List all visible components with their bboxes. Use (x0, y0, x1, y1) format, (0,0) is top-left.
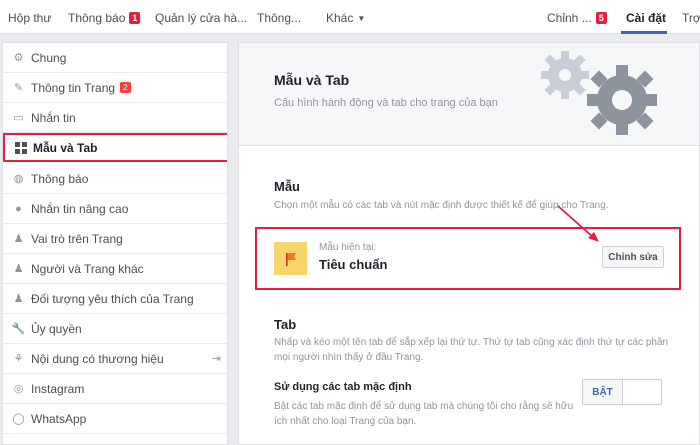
wrench-icon: 🔧 (11, 323, 26, 335)
chat-icon: ▭ (13, 112, 24, 124)
gears-icon (541, 51, 657, 135)
sidebar-item-templates-tabs[interactable]: Mẫu và Tab (3, 133, 227, 162)
gear-icon: ⚙ (13, 52, 24, 64)
external-link-icon: ⇥ (211, 353, 221, 365)
templates-section-title: Mẫu (274, 179, 300, 194)
nav-edit[interactable]: Chỉnh ... 5 (547, 11, 607, 25)
globe-icon: ◍ (13, 173, 24, 185)
sidebar-item-label: Vai trò trên Trang (31, 231, 123, 246)
sidebar-item-authorization[interactable]: 🔧 Ủy quyền (3, 314, 227, 344)
sidebar-item-whatsapp[interactable]: ◯ WhatsApp (3, 404, 227, 434)
nav-settings[interactable]: Cài đặt (626, 11, 666, 25)
nav-notifications[interactable]: Thông báo 1 (68, 11, 141, 25)
nav-page-manager[interactable]: Quản lý cửa hà... (155, 11, 247, 25)
current-template-card: Mẫu hiện tại: Tiêu chuẩn Chỉnh sửa (255, 227, 681, 290)
sidebar-item-label: WhatsApp (31, 411, 87, 426)
sidebar-item-label: Instagram (31, 381, 85, 396)
edit-badge: 5 (595, 12, 607, 24)
handshake-icon: ⚘ (13, 353, 24, 365)
nav-more-label: Khác (326, 11, 354, 25)
notifications-badge: 1 (129, 12, 141, 24)
current-template-name: Tiêu chuẩn (319, 257, 388, 272)
default-tabs-label: Sử dụng các tab mặc định (274, 381, 412, 393)
people-icon: ♟ (13, 263, 24, 275)
tabs-section-desc: Nhấp và kéo một tên tab để sắp xếp lại t… (274, 337, 669, 363)
default-tabs-desc: Bật các tab mặc định để sử dụng tab mà c… (274, 401, 574, 427)
sidebar-item-messaging[interactable]: ▭ Nhắn tin (3, 103, 227, 133)
sidebar-item-instagram[interactable]: ◎ Instagram (3, 374, 227, 404)
toggle-on-label: BẬT (583, 380, 623, 404)
person-icon: ♟ (13, 233, 24, 245)
edit-template-button[interactable]: Chỉnh sửa (602, 246, 664, 268)
panel-header: Mẫu và Tab Cấu hình hành động và tab cho… (239, 43, 699, 146)
nav-help[interactable]: Trợ (682, 11, 700, 25)
chat-bubble-icon: ● (15, 202, 22, 215)
people-star-icon: ♟ (13, 293, 24, 305)
sidebar-item-general[interactable]: ⚙ Chung (3, 43, 227, 73)
whatsapp-icon: ◯ (12, 413, 25, 425)
templates-tabs-panel: Mẫu và Tab Cấu hình hành động và tab cho… (238, 42, 700, 445)
sidebar-item-label: Thông tin Trang (31, 80, 116, 95)
sidebar-item-page-info[interactable]: ✎ Thông tin Trang 2 (3, 73, 227, 103)
sidebar-item-label: Người và Trang khác (31, 261, 144, 276)
sidebar-item-label: Nhắn tin (31, 110, 76, 125)
page-info-badge: 2 (120, 82, 131, 93)
sidebar-item-preferred-audience[interactable]: ♟ Đối tượng yêu thích của Trang (3, 284, 227, 314)
sidebar-item-label: Nội dung có thương hiệu (31, 351, 164, 366)
sidebar-item-label: Mẫu và Tab (33, 140, 98, 155)
sidebar-item-advanced-messaging[interactable]: ● Nhắn tin nâng cao (3, 194, 227, 224)
sidebar-item-label: Chung (31, 50, 67, 65)
active-tab-indicator (621, 31, 667, 34)
page-subtitle: Cấu hình hành động và tab cho trang của … (274, 97, 498, 109)
settings-sidebar: ⚙ Chung ✎ Thông tin Trang 2 ▭ Nhắn tin Mẫu v… (2, 42, 228, 445)
pencil-icon: ✎ (13, 82, 24, 94)
nav-notifications-label: Thông báo (68, 11, 126, 25)
sidebar-item-notifications[interactable]: ◍ Thông báo (3, 164, 227, 194)
templates-section-desc: Chọn một mẫu có các tab và nút mặc định … (274, 200, 609, 211)
chevron-down-icon: ▼ (357, 14, 366, 23)
nav-edit-label: Chỉnh ... (547, 11, 592, 25)
sidebar-item-label: Thông báo (31, 171, 89, 186)
sidebar-item-label: Ủy quyền (31, 321, 82, 336)
sidebar-item-label: Nhắn tin nâng cao (31, 201, 129, 216)
sidebar-item-people-pages[interactable]: ♟ Người và Trang khác (3, 254, 227, 284)
nav-inbox[interactable]: Hộp thư (8, 11, 51, 25)
top-nav: Hộp thư Thông báo 1 Quản lý cửa hà... Thô… (0, 0, 700, 34)
default-tabs-toggle[interactable]: BẬT (582, 379, 662, 405)
nav-more[interactable]: Khác ▼ (326, 11, 365, 25)
grid-icon (14, 141, 27, 154)
page-title: Mẫu và Tab (274, 72, 350, 88)
tabs-section-title: Tab (274, 317, 297, 332)
sidebar-item-label: Đối tượng yêu thích của Trang (31, 291, 194, 306)
sidebar-item-branded-content[interactable]: ⚘ Nội dung có thương hiệu ⇥ (3, 344, 227, 374)
sidebar-item-page-roles[interactable]: ♟ Vai trò trên Trang (3, 224, 227, 254)
instagram-icon: ◎ (13, 383, 24, 395)
flag-icon (274, 242, 307, 275)
current-template-label: Mẫu hiện tại: (319, 242, 377, 253)
nav-insights[interactable]: Thông... (257, 11, 301, 25)
